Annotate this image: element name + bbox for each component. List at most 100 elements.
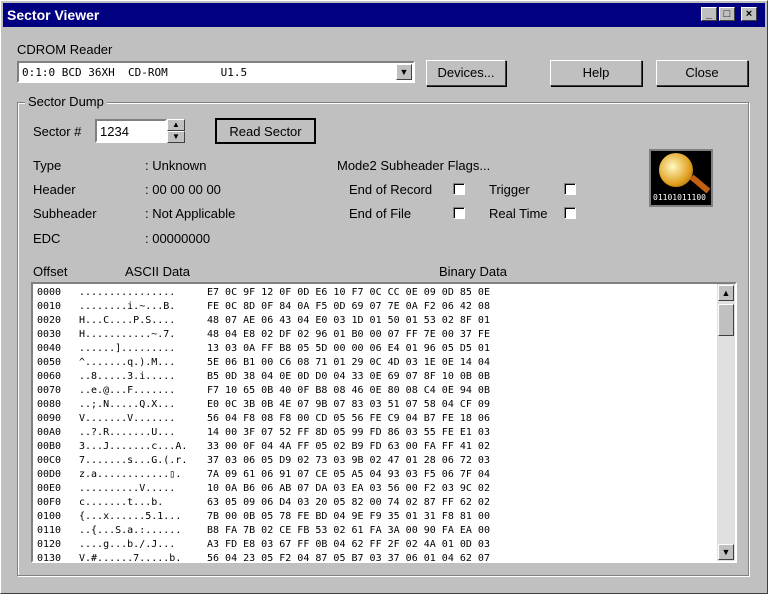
hex-ascii-cell: H...........~.7.: [79, 329, 176, 340]
close-button[interactable]: Close: [656, 60, 748, 86]
hex-binary-cell: E0 0C 3B 0B 4E 07 9B 07 83 03 51 07 58 0…: [207, 399, 490, 410]
hex-offset-cell: 00E0: [37, 483, 62, 494]
hex-binary-cell: B5 0D 38 04 0E 0D D0 04 33 0E 69 07 8F 1…: [207, 371, 490, 382]
magnifier-handle: [689, 174, 711, 194]
hex-offset-cell: 0050: [37, 357, 62, 368]
sector-number-input[interactable]: 1234: [95, 119, 167, 143]
hex-offset-cell: 0030: [37, 329, 62, 340]
hex-binary-cell: 7A 09 61 06 91 07 CE 05 A5 04 93 03 F5 0…: [207, 469, 490, 480]
hex-binary-cell: 56 04 F8 08 F8 00 CD 05 56 FE C9 04 B7 F…: [207, 413, 490, 424]
hex-binary-cell: FE 0C 8D 0F 84 0A F5 0D 69 07 7E 0A F2 0…: [207, 301, 490, 312]
type-label: Type: [33, 158, 62, 173]
hex-offset-cell: 00B0: [37, 441, 62, 452]
hex-ascii-cell: ..?.R.......U...: [79, 427, 176, 438]
hex-offset-cell: 0090: [37, 413, 62, 424]
maximize-button[interactable]: □: [719, 7, 735, 21]
scroll-up-icon[interactable]: ▲: [718, 285, 734, 301]
real-time-checkbox[interactable]: [564, 207, 576, 219]
hex-binary-cell: 10 0A B6 06 AB 07 DA 03 EA 03 56 00 F2 0…: [207, 483, 490, 494]
hex-offset-cell: 0010: [37, 301, 62, 312]
binary-column-header: Binary Data: [439, 264, 507, 279]
hex-ascii-cell: ..8.....3.i.....: [79, 371, 176, 382]
header-value: : 00 00 00 00: [145, 182, 221, 197]
minimize-button[interactable]: _: [701, 7, 717, 21]
ascii-column-header: ASCII Data: [125, 264, 191, 279]
hex-binary-cell: 14 00 3F 07 52 FF 8D 05 99 FD 86 03 55 F…: [207, 427, 490, 438]
flag-trigger-label: Trigger: [489, 182, 530, 197]
type-value: : Unknown: [145, 158, 207, 173]
hex-ascii-cell: ..{...S.a.:......: [79, 525, 182, 536]
hex-binary-cell: 48 04 E8 02 DF 02 96 01 B0 00 07 FF 7E 0…: [207, 329, 490, 340]
hex-offset-cell: 0130: [37, 553, 62, 563]
hex-binary-cell: 7B 00 0B 05 78 FE BD 04 9E F9 35 01 31 F…: [207, 511, 490, 522]
chevron-down-icon[interactable]: ▼: [396, 64, 412, 80]
end-of-file-checkbox[interactable]: [453, 207, 465, 219]
devices-button[interactable]: Devices...: [426, 60, 506, 86]
hex-ascii-cell: V.......V.......: [79, 413, 176, 424]
hex-ascii-cell: 3...J.......c...A.: [79, 441, 188, 452]
sector-number-label: Sector #: [33, 124, 82, 139]
device-selected-value: 0:1:0 BCD 36XH CD-ROM U1.5: [22, 66, 248, 79]
hex-binary-cell: 37 03 06 05 D9 02 73 03 9B 02 47 01 28 0…: [207, 455, 490, 466]
hex-binary-cell: A3 FD E8 03 67 FF 0B 04 62 FF 2F 02 4A 0…: [207, 539, 490, 550]
hex-binary-cell: B8 FA 7B 02 CE FB 53 02 61 FA 3A 00 90 F…: [207, 525, 490, 536]
hex-ascii-cell: {...x......5.1...: [79, 511, 182, 522]
mode2-flags-title: Mode2 Subheader Flags...: [337, 158, 491, 173]
offset-column-header: Offset: [33, 264, 68, 279]
magnifier-lens: [659, 153, 693, 187]
subheader-label: Subheader: [33, 206, 97, 221]
spin-down-icon[interactable]: ▼: [167, 131, 185, 143]
hex-ascii-cell: z.a............▯.: [79, 469, 182, 480]
hex-ascii-cell: V.#......7.....b.: [79, 553, 182, 563]
hex-offset-cell: 0020: [37, 315, 62, 326]
hex-offset-cell: 00F0: [37, 497, 62, 508]
edc-value: : 00000000: [145, 231, 211, 246]
scroll-thumb[interactable]: [718, 304, 734, 336]
hex-ascii-cell: ^.......q.).M...: [79, 357, 176, 368]
hex-binary-cell: 13 03 0A FF B8 05 5D 00 00 06 E4 01 96 0…: [207, 343, 490, 354]
title-bar: Sector Viewer _ □ ×: [3, 3, 765, 27]
help-button[interactable]: Help: [550, 60, 642, 86]
hex-binary-cell: 56 04 23 05 F2 04 87 05 B7 03 37 06 01 0…: [207, 553, 490, 563]
hex-offset-cell: 00A0: [37, 427, 62, 438]
hex-ascii-cell: ..;.N.....Q.X...: [79, 399, 176, 410]
hex-offset-cell: 0110: [37, 525, 62, 536]
vertical-scrollbar[interactable]: ▲ ▼: [717, 284, 735, 561]
cdrom-reader-label: CDROM Reader: [17, 42, 113, 57]
hex-binary-cell: 63 05 09 06 D4 03 20 05 82 00 74 02 87 F…: [207, 497, 490, 508]
hex-binary-cell: E7 0C 9F 12 0F 0D E6 10 F7 0C CC 0E 09 0…: [207, 287, 490, 298]
hex-binary-cell: 5E 06 B1 00 C6 08 71 01 29 0C 4D 03 1E 0…: [207, 357, 490, 368]
close-window-button[interactable]: ×: [741, 7, 757, 21]
cdrom-device-select[interactable]: 0:1:0 BCD 36XH CD-ROM U1.5 ▼: [17, 61, 415, 83]
hex-offset-cell: 00C0: [37, 455, 62, 466]
hex-binary-cell: 33 00 0F 04 4A FF 05 02 B9 FD 63 00 FA F…: [207, 441, 490, 452]
window-title: Sector Viewer: [7, 7, 100, 23]
hex-ascii-cell: ....g...b./.J...: [79, 539, 176, 550]
end-of-record-checkbox[interactable]: [453, 183, 465, 195]
hex-ascii-cell: 7.......s...G.(.r.: [79, 455, 188, 466]
read-sector-button[interactable]: Read Sector: [215, 118, 316, 144]
edc-label: EDC: [33, 231, 61, 246]
flag-real-time-label: Real Time: [489, 206, 548, 221]
hex-offset-cell: 0040: [37, 343, 62, 354]
sector-number-value: 1234: [100, 124, 129, 139]
hex-binary-cell: 48 07 AE 06 43 04 E0 03 1D 01 50 01 53 0…: [207, 315, 490, 326]
sector-dump-label: Sector Dump: [25, 94, 107, 109]
scroll-down-icon[interactable]: ▼: [718, 544, 734, 560]
hex-dump-list[interactable]: 0000................ E7 0C 9F 12 0F 0D E6…: [31, 282, 737, 563]
hex-ascii-cell: ................: [79, 287, 176, 298]
hex-ascii-cell: c.......t...b.: [79, 497, 164, 508]
hex-ascii-cell: ..........V.....: [79, 483, 176, 494]
spin-up-icon[interactable]: ▲: [167, 119, 185, 131]
subheader-value: : Not Applicable: [145, 206, 236, 221]
trigger-checkbox[interactable]: [564, 183, 576, 195]
flag-end-of-record-label: End of Record: [349, 182, 433, 197]
hex-offset-cell: 0100: [37, 511, 62, 522]
hex-ascii-cell: ........i.~...B.: [79, 301, 176, 312]
hex-ascii-cell: ..e.@...F.......: [79, 385, 176, 396]
hex-offset-cell: 0060: [37, 371, 62, 382]
flag-end-of-file-label: End of File: [349, 206, 412, 221]
hex-offset-cell: 00D0: [37, 469, 62, 480]
sector-viewer-window: Sector Viewer _ □ × CDROM Reader 0:1:0 B…: [0, 0, 768, 594]
hex-ascii-cell: ......].........: [79, 343, 176, 354]
